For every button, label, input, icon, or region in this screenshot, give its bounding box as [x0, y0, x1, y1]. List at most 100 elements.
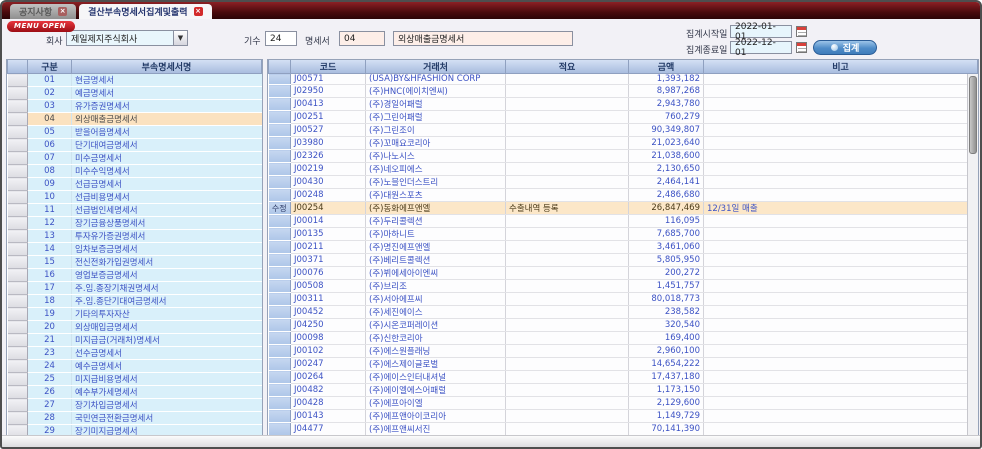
row-marker[interactable]	[269, 163, 291, 176]
detail-row[interactable]: J00098(주)신한코리아169,400	[269, 332, 978, 345]
detail-row[interactable]: J00430(주)노블인더스트리2,464,141	[269, 176, 978, 189]
row-marker[interactable]	[269, 98, 291, 111]
row-marker[interactable]	[269, 189, 291, 202]
statement-list-row[interactable]: 01현금명세서	[8, 74, 262, 87]
close-icon[interactable]: ×	[194, 7, 203, 16]
detail-row[interactable]: J00413(주)경일어패럴2,943,780	[269, 98, 978, 111]
detail-row[interactable]: J04477(주)에프앤씨서진70,141,390	[269, 423, 978, 436]
detail-row[interactable]: J00211(주)명진에프앤엘3,461,060	[269, 241, 978, 254]
statement-list-row[interactable]: 26예수부가세명세서	[8, 386, 262, 399]
detail-row[interactable]: J02326(주)나노시스21,038,600	[269, 150, 978, 163]
row-button[interactable]	[8, 373, 28, 386]
detail-row[interactable]: J00571(USA)BY&HFASHION CORP1,393,182	[269, 74, 978, 85]
row-marker[interactable]	[269, 85, 291, 98]
row-marker[interactable]	[269, 74, 291, 85]
detail-row[interactable]: J00135(주)마하니트7,685,700	[269, 228, 978, 241]
statement-list-row[interactable]: 17주.임.종장기채권명세서	[8, 282, 262, 295]
row-button[interactable]	[8, 191, 28, 204]
vertical-scrollbar[interactable]	[967, 74, 978, 439]
detail-row[interactable]: J02950(주)HNC(에이치엔씨)8,987,268	[269, 85, 978, 98]
row-marker[interactable]	[269, 267, 291, 280]
start-date-input[interactable]: 2022-01-01	[730, 25, 792, 38]
statement-list-row[interactable]: 20외상매입금명세서	[8, 321, 262, 334]
statement-list-row[interactable]: 19기타의투자자산	[8, 308, 262, 321]
statement-list-row[interactable]: 25미지급비용명세서	[8, 373, 262, 386]
tab-notice[interactable]: 공지사항 ×	[10, 4, 76, 19]
detail-row[interactable]: J00219(주)네오피에스2,130,650	[269, 163, 978, 176]
row-button[interactable]	[8, 113, 28, 126]
statement-list-row[interactable]: 09선급금명세서	[8, 178, 262, 191]
row-button[interactable]	[8, 282, 28, 295]
row-button[interactable]	[8, 126, 28, 139]
row-marker[interactable]	[269, 332, 291, 345]
calendar-icon[interactable]	[796, 26, 807, 37]
row-marker[interactable]	[269, 228, 291, 241]
detail-row[interactable]: J04250(주)시온코퍼레이션320,540	[269, 319, 978, 332]
statement-list-row[interactable]: 18주.임.종단기대여금명세서	[8, 295, 262, 308]
row-button[interactable]	[8, 295, 28, 308]
row-button[interactable]	[8, 152, 28, 165]
end-date-input[interactable]: 2022-12-01	[730, 41, 792, 54]
row-marker[interactable]	[269, 423, 291, 436]
statement-list-row[interactable]: 10선급비용명세서	[8, 191, 262, 204]
detail-row[interactable]: J00102(주)에스원플래닝2,960,100	[269, 345, 978, 358]
statement-list-row[interactable]: 16영업보증금명세서	[8, 269, 262, 282]
row-button[interactable]	[8, 217, 28, 230]
aggregate-button[interactable]: 집계	[813, 40, 877, 55]
row-marker[interactable]	[269, 137, 291, 150]
statement-list-row[interactable]: 11선급법인세명세서	[8, 204, 262, 217]
row-button[interactable]	[8, 308, 28, 321]
detail-row[interactable]: J00508(주)브리조1,451,757	[269, 280, 978, 293]
detail-row[interactable]: J00428(주)에프아이엘2,129,600	[269, 397, 978, 410]
statement-list-row[interactable]: 07미수금명세서	[8, 152, 262, 165]
row-button[interactable]	[8, 269, 28, 282]
statement-list-row[interactable]: 27장기차입금명세서	[8, 399, 262, 412]
row-marker[interactable]	[269, 410, 291, 423]
row-button[interactable]	[8, 256, 28, 269]
chevron-down-icon[interactable]: ▼	[173, 31, 187, 45]
statement-list-row[interactable]: 12장기금융상품명세서	[8, 217, 262, 230]
row-button[interactable]	[8, 100, 28, 113]
row-marker[interactable]	[269, 150, 291, 163]
calendar-icon[interactable]	[796, 42, 807, 53]
period-input[interactable]: 24	[265, 31, 297, 46]
statement-list-row[interactable]: 13투자유가증권명세서	[8, 230, 262, 243]
detail-row[interactable]: J00251(주)그린어패럴760,279	[269, 111, 978, 124]
detail-row[interactable]: J00014(주)두리콜렉션116,095	[269, 215, 978, 228]
statement-list-row[interactable]: 23선수금명세서	[8, 347, 262, 360]
statement-list-row[interactable]: 04외상매출금명세서	[8, 113, 262, 126]
detail-row[interactable]: J00248(주)대원스포츠2,486,680	[269, 189, 978, 202]
row-button[interactable]	[8, 334, 28, 347]
tab-settlement-report[interactable]: 결산부속명세서집계및출력 ×	[79, 4, 211, 19]
row-marker[interactable]	[269, 124, 291, 137]
row-button[interactable]	[8, 139, 28, 152]
scrollbar-thumb[interactable]	[969, 76, 977, 154]
row-button[interactable]	[8, 87, 28, 100]
detail-row[interactable]: J00371(주)베리트콜렉션5,805,950	[269, 254, 978, 267]
detail-row[interactable]: J00076(주)뷔에세아이엔씨200,272	[269, 267, 978, 280]
statement-list-row[interactable]: 24예수금명세서	[8, 360, 262, 373]
row-marker[interactable]	[269, 397, 291, 410]
detail-row[interactable]: J00143(주)에프앤아이코리아1,149,729	[269, 410, 978, 423]
row-marker[interactable]	[269, 306, 291, 319]
row-marker[interactable]	[269, 384, 291, 397]
statement-list-row[interactable]: 21미지급금(거래처)명세서	[8, 334, 262, 347]
statement-list-row[interactable]: 15전신전화가입권명세서	[8, 256, 262, 269]
statement-list-row[interactable]: 28국민연금전환금명세서	[8, 412, 262, 425]
row-marker[interactable]	[269, 345, 291, 358]
statement-list-row[interactable]: 02예금명세서	[8, 87, 262, 100]
close-icon[interactable]: ×	[58, 7, 67, 16]
row-button[interactable]	[8, 204, 28, 217]
row-button[interactable]	[8, 74, 28, 87]
statement-list-row[interactable]: 05받을어음명세서	[8, 126, 262, 139]
row-marker[interactable]	[269, 319, 291, 332]
detail-row[interactable]: J00311(주)서아에프씨80,018,773	[269, 293, 978, 306]
menu-open-badge[interactable]: MENU OPEN	[7, 21, 75, 32]
row-button[interactable]	[8, 243, 28, 256]
row-button[interactable]	[8, 386, 28, 399]
detail-row[interactable]: J00482(주)에이엘에스어패럴1,173,150	[269, 384, 978, 397]
row-marker[interactable]: 수정	[269, 202, 291, 215]
row-button[interactable]	[8, 165, 28, 178]
detail-row[interactable]: 수정J00254(주)동화에프앤엘수출내역 등록26,847,46912/31일…	[269, 202, 978, 215]
row-marker[interactable]	[269, 280, 291, 293]
